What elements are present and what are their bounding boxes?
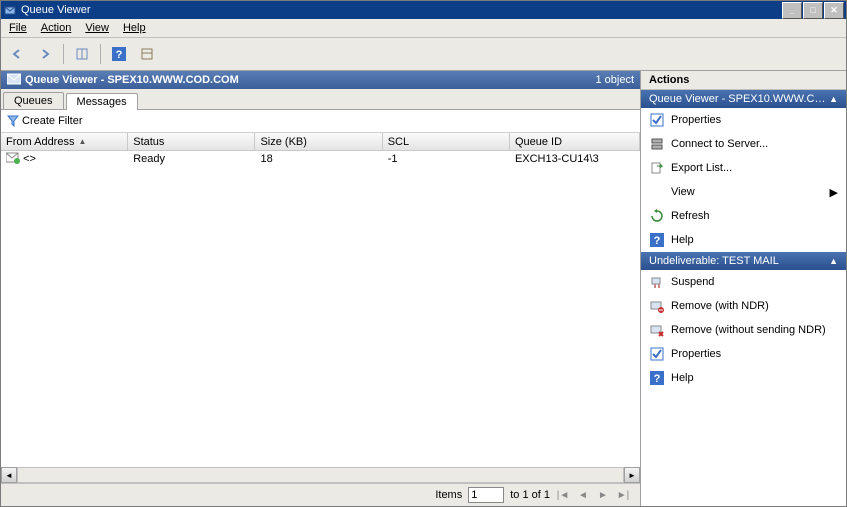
action-view[interactable]: View▶ — [641, 180, 846, 204]
titlebar-text: Queue Viewer — [21, 4, 91, 16]
svg-text:?: ? — [116, 49, 123, 61]
collapse-icon: ▲ — [829, 94, 838, 104]
export-icon — [649, 160, 665, 176]
grid: From Address▲ Status Size (KB) SCL Queue… — [1, 133, 640, 483]
blank-icon — [649, 184, 665, 200]
content-header: Queue Viewer - SPEX10.WWW.COD.COM 1 obje… — [1, 71, 640, 89]
maximize-button[interactable]: □ — [803, 2, 823, 19]
show-hide-button[interactable] — [70, 42, 94, 66]
svg-text:?: ? — [654, 373, 661, 385]
action-properties-2[interactable]: Properties — [641, 342, 846, 366]
menu-view[interactable]: View — [79, 20, 115, 36]
app-icon — [3, 3, 17, 17]
actions-pane: Actions Queue Viewer - SPEX10.WWW.COD.CO… — [641, 71, 846, 506]
pager-prev-button[interactable]: ◄ — [576, 488, 590, 502]
scroll-track[interactable] — [17, 467, 624, 483]
remove-icon — [649, 322, 665, 338]
action-export-list[interactable]: Export List... — [641, 156, 846, 180]
col-queue-id[interactable]: Queue ID — [510, 133, 640, 150]
filter-bar: Create Filter — [1, 110, 640, 133]
tab-queues[interactable]: Queues — [3, 92, 64, 109]
table-row[interactable]: <> Ready 18 -1 EXCH13-CU14\3 — [1, 151, 640, 167]
server-icon — [649, 136, 665, 152]
pager-label: Items — [435, 489, 462, 501]
action-connect-server[interactable]: Connect to Server... — [641, 132, 846, 156]
action-help-2[interactable]: ?Help — [641, 366, 846, 390]
cell-queue: EXCH13-CU14\3 — [510, 152, 640, 166]
action-remove[interactable]: Remove (without sending NDR) — [641, 318, 846, 342]
col-status[interactable]: Status — [128, 133, 255, 150]
cell-size: 18 — [255, 152, 382, 166]
menu-action[interactable]: Action — [35, 20, 78, 36]
page-input[interactable] — [468, 487, 504, 503]
menu-help[interactable]: Help — [117, 20, 152, 36]
help-button[interactable]: ? — [107, 42, 131, 66]
cell-scl: -1 — [383, 152, 510, 166]
action-remove-ndr[interactable]: Remove (with NDR) — [641, 294, 846, 318]
chevron-right-icon: ▶ — [830, 186, 838, 199]
scroll-left-button[interactable]: ◄ — [1, 467, 17, 483]
help-icon: ? — [649, 232, 665, 248]
cell-status: Ready — [128, 152, 255, 166]
menubar: File Action View Help — [1, 19, 846, 38]
svg-text:?: ? — [654, 235, 661, 247]
action-suspend[interactable]: Suspend — [641, 270, 846, 294]
action-properties[interactable]: Properties — [641, 108, 846, 132]
tab-messages[interactable]: Messages — [66, 93, 138, 110]
sort-indicator-icon: ▲ — [78, 137, 86, 146]
menu-file[interactable]: File — [3, 20, 33, 36]
cell-from: <> — [23, 153, 36, 165]
object-count: 1 object — [595, 74, 634, 86]
pause-icon — [649, 274, 665, 290]
refresh-icon — [649, 208, 665, 224]
message-icon — [6, 152, 20, 167]
actions-group2-header[interactable]: Undeliverable: TEST MAIL ▲ — [641, 252, 846, 270]
grid-body[interactable]: <> Ready 18 -1 EXCH13-CU14\3 — [1, 151, 640, 467]
col-scl[interactable]: SCL — [383, 133, 510, 150]
pager-next-button[interactable]: ► — [596, 488, 610, 502]
hscroll: ◄ ► — [1, 467, 640, 483]
minimize-button[interactable]: _ — [782, 2, 802, 19]
envelope-icon — [7, 73, 21, 88]
check-icon — [649, 112, 665, 128]
action-help[interactable]: ?Help — [641, 228, 846, 252]
header-title: Queue Viewer - SPEX10.WWW.COD.COM — [25, 74, 239, 86]
grid-header: From Address▲ Status Size (KB) SCL Queue… — [1, 133, 640, 151]
help-icon: ? — [649, 370, 665, 386]
actions-title: Actions — [641, 71, 846, 90]
main-pane: Queue Viewer - SPEX10.WWW.COD.COM 1 obje… — [1, 71, 641, 506]
titlebar: Queue Viewer _ □ ✕ — [1, 1, 846, 19]
pager-of: to 1 of 1 — [510, 489, 550, 501]
toolbar-separator — [63, 44, 64, 64]
check-icon — [649, 346, 665, 362]
pager-last-button[interactable]: ►| — [616, 488, 630, 502]
toolbar: ? — [1, 38, 846, 71]
properties-button[interactable] — [135, 42, 159, 66]
remove-ndr-icon — [649, 298, 665, 314]
collapse-icon: ▲ — [829, 256, 838, 266]
back-button[interactable] — [5, 42, 29, 66]
pager-first-button[interactable]: |◄ — [556, 488, 570, 502]
create-filter-link[interactable]: Create Filter — [7, 115, 83, 127]
body: Queue Viewer - SPEX10.WWW.COD.COM 1 obje… — [1, 71, 846, 506]
action-refresh[interactable]: Refresh — [641, 204, 846, 228]
col-size[interactable]: Size (KB) — [255, 133, 382, 150]
scroll-right-button[interactable]: ► — [624, 467, 640, 483]
tabs-row: Queues Messages — [1, 89, 640, 110]
forward-button[interactable] — [33, 42, 57, 66]
close-button[interactable]: ✕ — [824, 2, 844, 19]
toolbar-separator — [100, 44, 101, 64]
pager: Items to 1 of 1 |◄ ◄ ► ►| — [1, 483, 640, 506]
window-controls: _ □ ✕ — [782, 2, 844, 19]
create-filter-label: Create Filter — [22, 115, 83, 127]
filter-icon — [7, 115, 19, 127]
col-from-address[interactable]: From Address▲ — [1, 133, 128, 150]
actions-group1-header[interactable]: Queue Viewer - SPEX10.WWW.COD.COM ▲ — [641, 90, 846, 108]
app-window: Queue Viewer _ □ ✕ File Action View Help… — [0, 0, 847, 507]
